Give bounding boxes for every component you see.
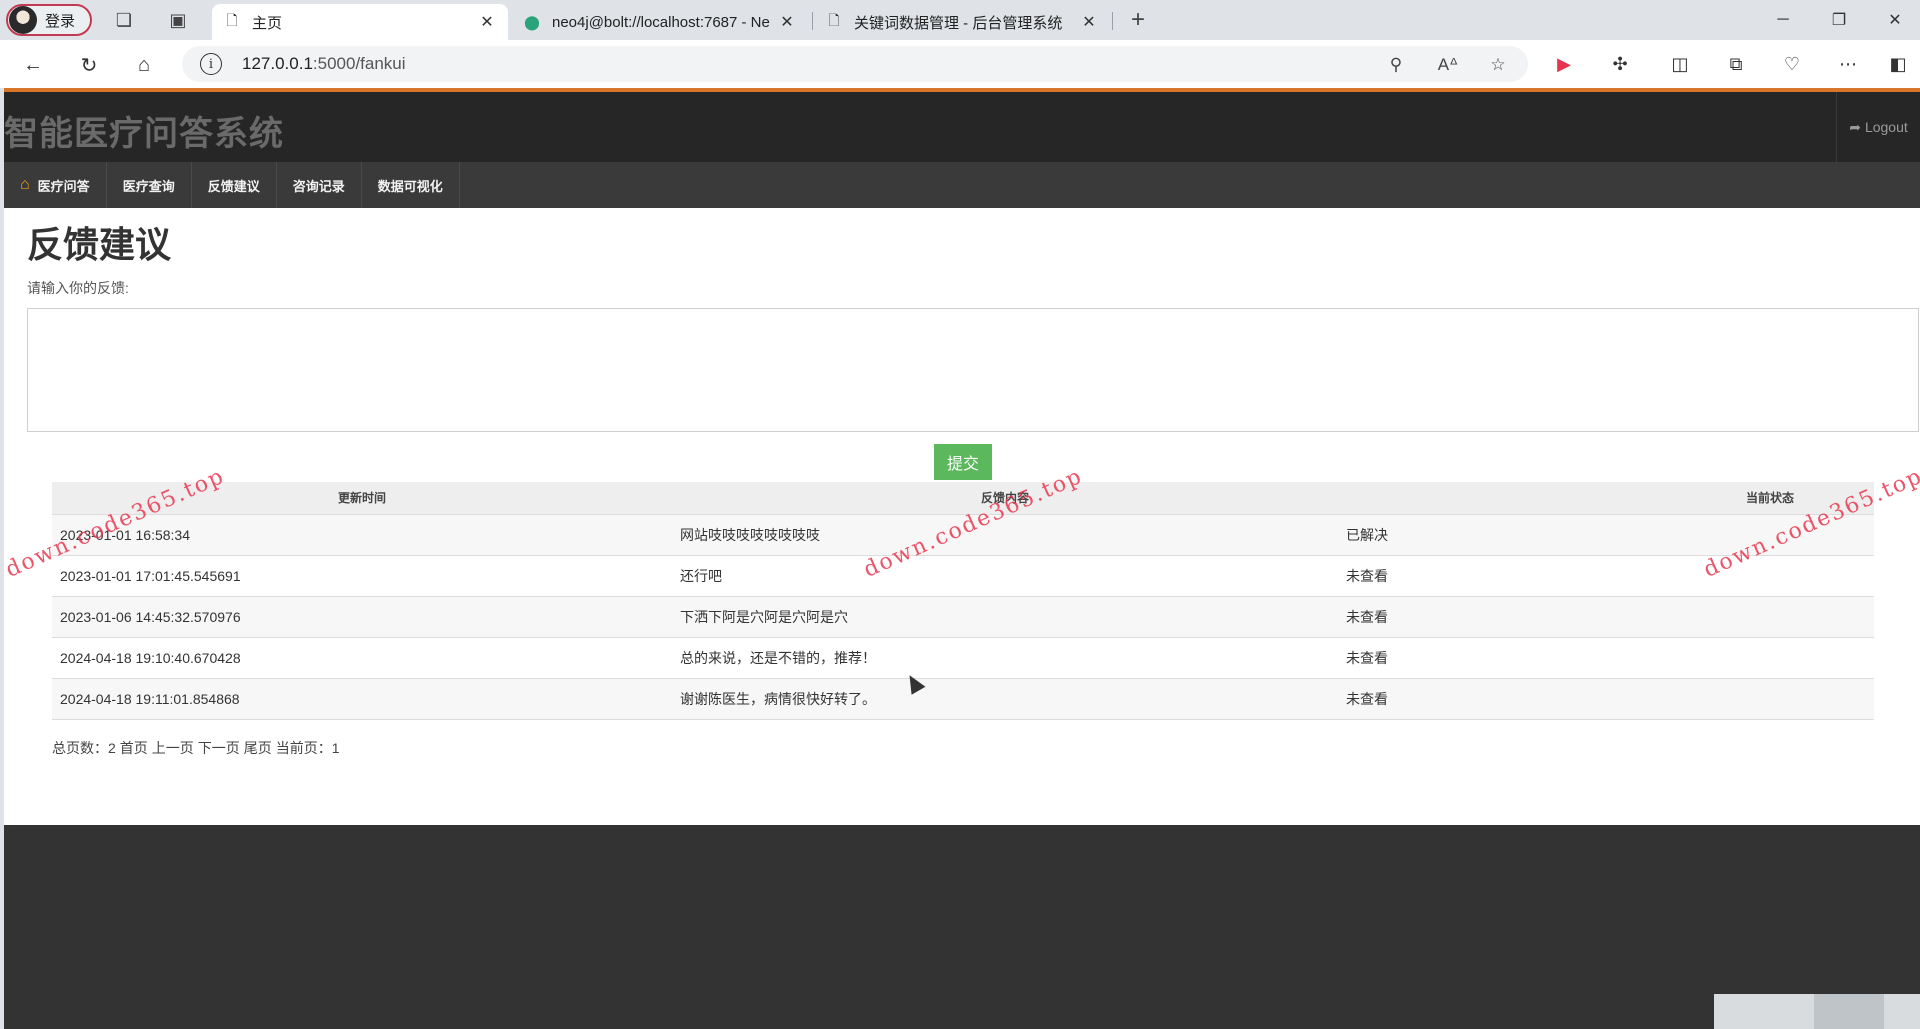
- cell-feedback-content: 谢谢陈医生，病情很快好转了。: [672, 678, 1338, 720]
- site-info-icon[interactable]: i: [200, 53, 222, 75]
- profile-button[interactable]: 登录: [6, 4, 92, 36]
- site-header: 智能医疗问答系统 ➦ Logout: [4, 92, 1920, 162]
- logout-label: Logout: [1864, 119, 1908, 135]
- table-row: 2024-04-18 19:11:01.854868 谢谢陈医生，病情很快好转了…: [52, 678, 1874, 720]
- url-host: 127.0.0.1: [242, 54, 313, 73]
- site-footer: [4, 825, 1920, 1029]
- video-extension-icon[interactable]: ▶: [1552, 52, 1576, 76]
- extensions-icon[interactable]: ✣: [1608, 52, 1632, 76]
- tab-title: neo4j@bolt://localhost:7687 - Ne: [552, 13, 770, 31]
- logout-arrow-icon: ➦: [1849, 118, 1861, 135]
- more-menu-icon[interactable]: ⋯: [1836, 52, 1860, 76]
- home-icon: ⌂: [20, 176, 30, 193]
- tab-actions-icon[interactable]: ▣: [166, 8, 190, 32]
- nav-item-data-visualization[interactable]: 数据可视化: [362, 162, 460, 208]
- prev-page-link[interactable]: 上一页: [152, 738, 194, 758]
- workspaces-icon[interactable]: ❏: [112, 8, 136, 32]
- nav-item-medical-qa[interactable]: ⌂ 医疗问答: [4, 162, 107, 208]
- tab-separator: [812, 12, 813, 30]
- tab-keyword-admin[interactable]: 🗋 关键词数据管理 - 后台管理系统 ✕: [814, 4, 1110, 40]
- split-screen-icon[interactable]: ◫: [1668, 52, 1692, 76]
- table-row: 2024-04-18 19:10:40.670428 总的来说，还是不错的，推荐…: [52, 637, 1874, 679]
- browser-toolbar: ← ↻ ⌂ i 127.0.0.1:5000/fankui ⚲ Aᐞ ☆ ▶ ✣…: [0, 40, 1920, 88]
- table-row: 2023-01-06 14:45:32.570976 下洒下阿是穴阿是穴阿是穴 …: [52, 596, 1874, 638]
- total-pages-label: 总页数：2: [52, 740, 116, 756]
- nav-label: 咨询记录: [292, 178, 345, 194]
- sidebar-toggle-icon[interactable]: ◧: [1886, 52, 1910, 76]
- nav-label: 医疗查询: [122, 178, 175, 194]
- nav-item-consult-records[interactable]: 咨询记录: [277, 162, 362, 208]
- home-icon[interactable]: ⌂: [131, 52, 157, 78]
- cell-status: 未查看: [1338, 596, 1874, 638]
- nav-label: 医疗问答: [37, 178, 90, 194]
- close-tab-icon[interactable]: ✕: [778, 12, 796, 32]
- cell-feedback-content: 总的来说，还是不错的，推荐！: [672, 637, 1338, 679]
- favorite-star-icon[interactable]: ☆: [1488, 55, 1508, 75]
- page-icon: 🗋: [828, 12, 840, 28]
- close-tab-icon[interactable]: ✕: [478, 12, 496, 32]
- page-title: 反馈建议: [27, 224, 172, 265]
- page-icon: 🗋: [226, 12, 238, 28]
- profile-label: 登录: [45, 12, 76, 30]
- cell-feedback-content: 还行吧: [672, 555, 1338, 597]
- tab-title: 主页: [252, 14, 283, 32]
- zoom-out-icon[interactable]: ⚲: [1386, 55, 1406, 75]
- tab-title: 关键词数据管理 - 后台管理系统: [854, 14, 1063, 32]
- tab-neo4j[interactable]: ⬤ neo4j@bolt://localhost:7687 - Ne ✕: [512, 4, 808, 40]
- close-tab-icon[interactable]: ✕: [1080, 12, 1098, 32]
- taskbar-fragment-shade: [1814, 994, 1884, 1029]
- profile-avatar: [9, 6, 37, 34]
- tab-separator: [1112, 12, 1113, 30]
- current-page-label: 当前页：1: [275, 740, 340, 756]
- feedback-textarea[interactable]: [27, 308, 1919, 432]
- cell-update-time: 2024-04-18 19:10:40.670428: [52, 637, 672, 679]
- restore-icon[interactable]: ❐: [1824, 6, 1854, 34]
- browser-tab-bar: 登录 ❏ ▣ 🗋 主页 ✕ ⬤ neo4j@bolt://localhost:7…: [0, 0, 1920, 40]
- browser-essentials-icon[interactable]: ♡: [1780, 52, 1804, 76]
- reload-icon[interactable]: ↻: [76, 52, 102, 78]
- next-page-link[interactable]: 下一页: [198, 738, 240, 758]
- cell-update-time: 2023-01-01 17:01:45.545691: [52, 555, 672, 597]
- read-aloud-icon[interactable]: Aᐞ: [1438, 55, 1459, 75]
- cell-update-time: 2024-04-18 19:11:01.854868: [52, 678, 672, 720]
- cell-feedback-content: 下洒下阿是穴阿是穴阿是穴: [672, 596, 1338, 638]
- cell-status: 未查看: [1338, 637, 1874, 679]
- cell-status: 未查看: [1338, 678, 1874, 720]
- back-arrow-icon[interactable]: ←: [20, 52, 46, 78]
- neo4j-icon: ⬤: [524, 13, 540, 30]
- taskbar-fragment: [1714, 994, 1920, 1029]
- address-bar[interactable]: i 127.0.0.1:5000/fankui: [182, 46, 1528, 82]
- nav-label: 数据可视化: [377, 178, 443, 194]
- main-nav: ⌂ 医疗问答 医疗查询 反馈建议 咨询记录 数据可视化: [4, 162, 1920, 208]
- new-tab-icon[interactable]: +: [1126, 6, 1150, 33]
- url-path: :5000/fankui: [312, 54, 406, 73]
- logout-button[interactable]: ➦ Logout: [1836, 92, 1920, 162]
- first-page-link[interactable]: 首页: [120, 738, 148, 758]
- minimize-icon[interactable]: ─: [1768, 6, 1798, 34]
- table-row: 2023-01-01 17:01:45.545691 还行吧 未查看: [52, 555, 1874, 597]
- tab-home[interactable]: 🗋 主页 ✕: [212, 4, 508, 40]
- nav-item-medical-search[interactable]: 医疗查询: [107, 162, 192, 208]
- table-header-row: 更新时间 反馈内容 当前状态: [52, 482, 1874, 515]
- nav-item-feedback[interactable]: 反馈建议: [192, 162, 277, 208]
- feedback-input-label: 请输入你的反馈:: [27, 280, 129, 296]
- nav-label: 反馈建议: [207, 178, 260, 194]
- column-header-status: 当前状态: [1338, 482, 1874, 515]
- last-page-link[interactable]: 尾页: [244, 738, 272, 758]
- submit-button[interactable]: 提交: [934, 444, 992, 480]
- web-page: 智能医疗问答系统 ➦ Logout ⌂ 医疗问答 医疗查询 反馈建议 咨询记录 …: [4, 88, 1920, 1029]
- cell-update-time: 2023-01-06 14:45:32.570976: [52, 596, 672, 638]
- url-text[interactable]: 127.0.0.1:5000/fankui: [242, 54, 406, 74]
- cell-status: 未查看: [1338, 555, 1874, 597]
- pagination: 总页数：2 首页 上一页 下一页 尾页 当前页：1: [52, 738, 340, 758]
- window-close-icon[interactable]: ✕: [1880, 6, 1910, 34]
- site-title: 智能医疗问答系统: [4, 115, 284, 153]
- collections-icon[interactable]: ⧉: [1724, 52, 1748, 76]
